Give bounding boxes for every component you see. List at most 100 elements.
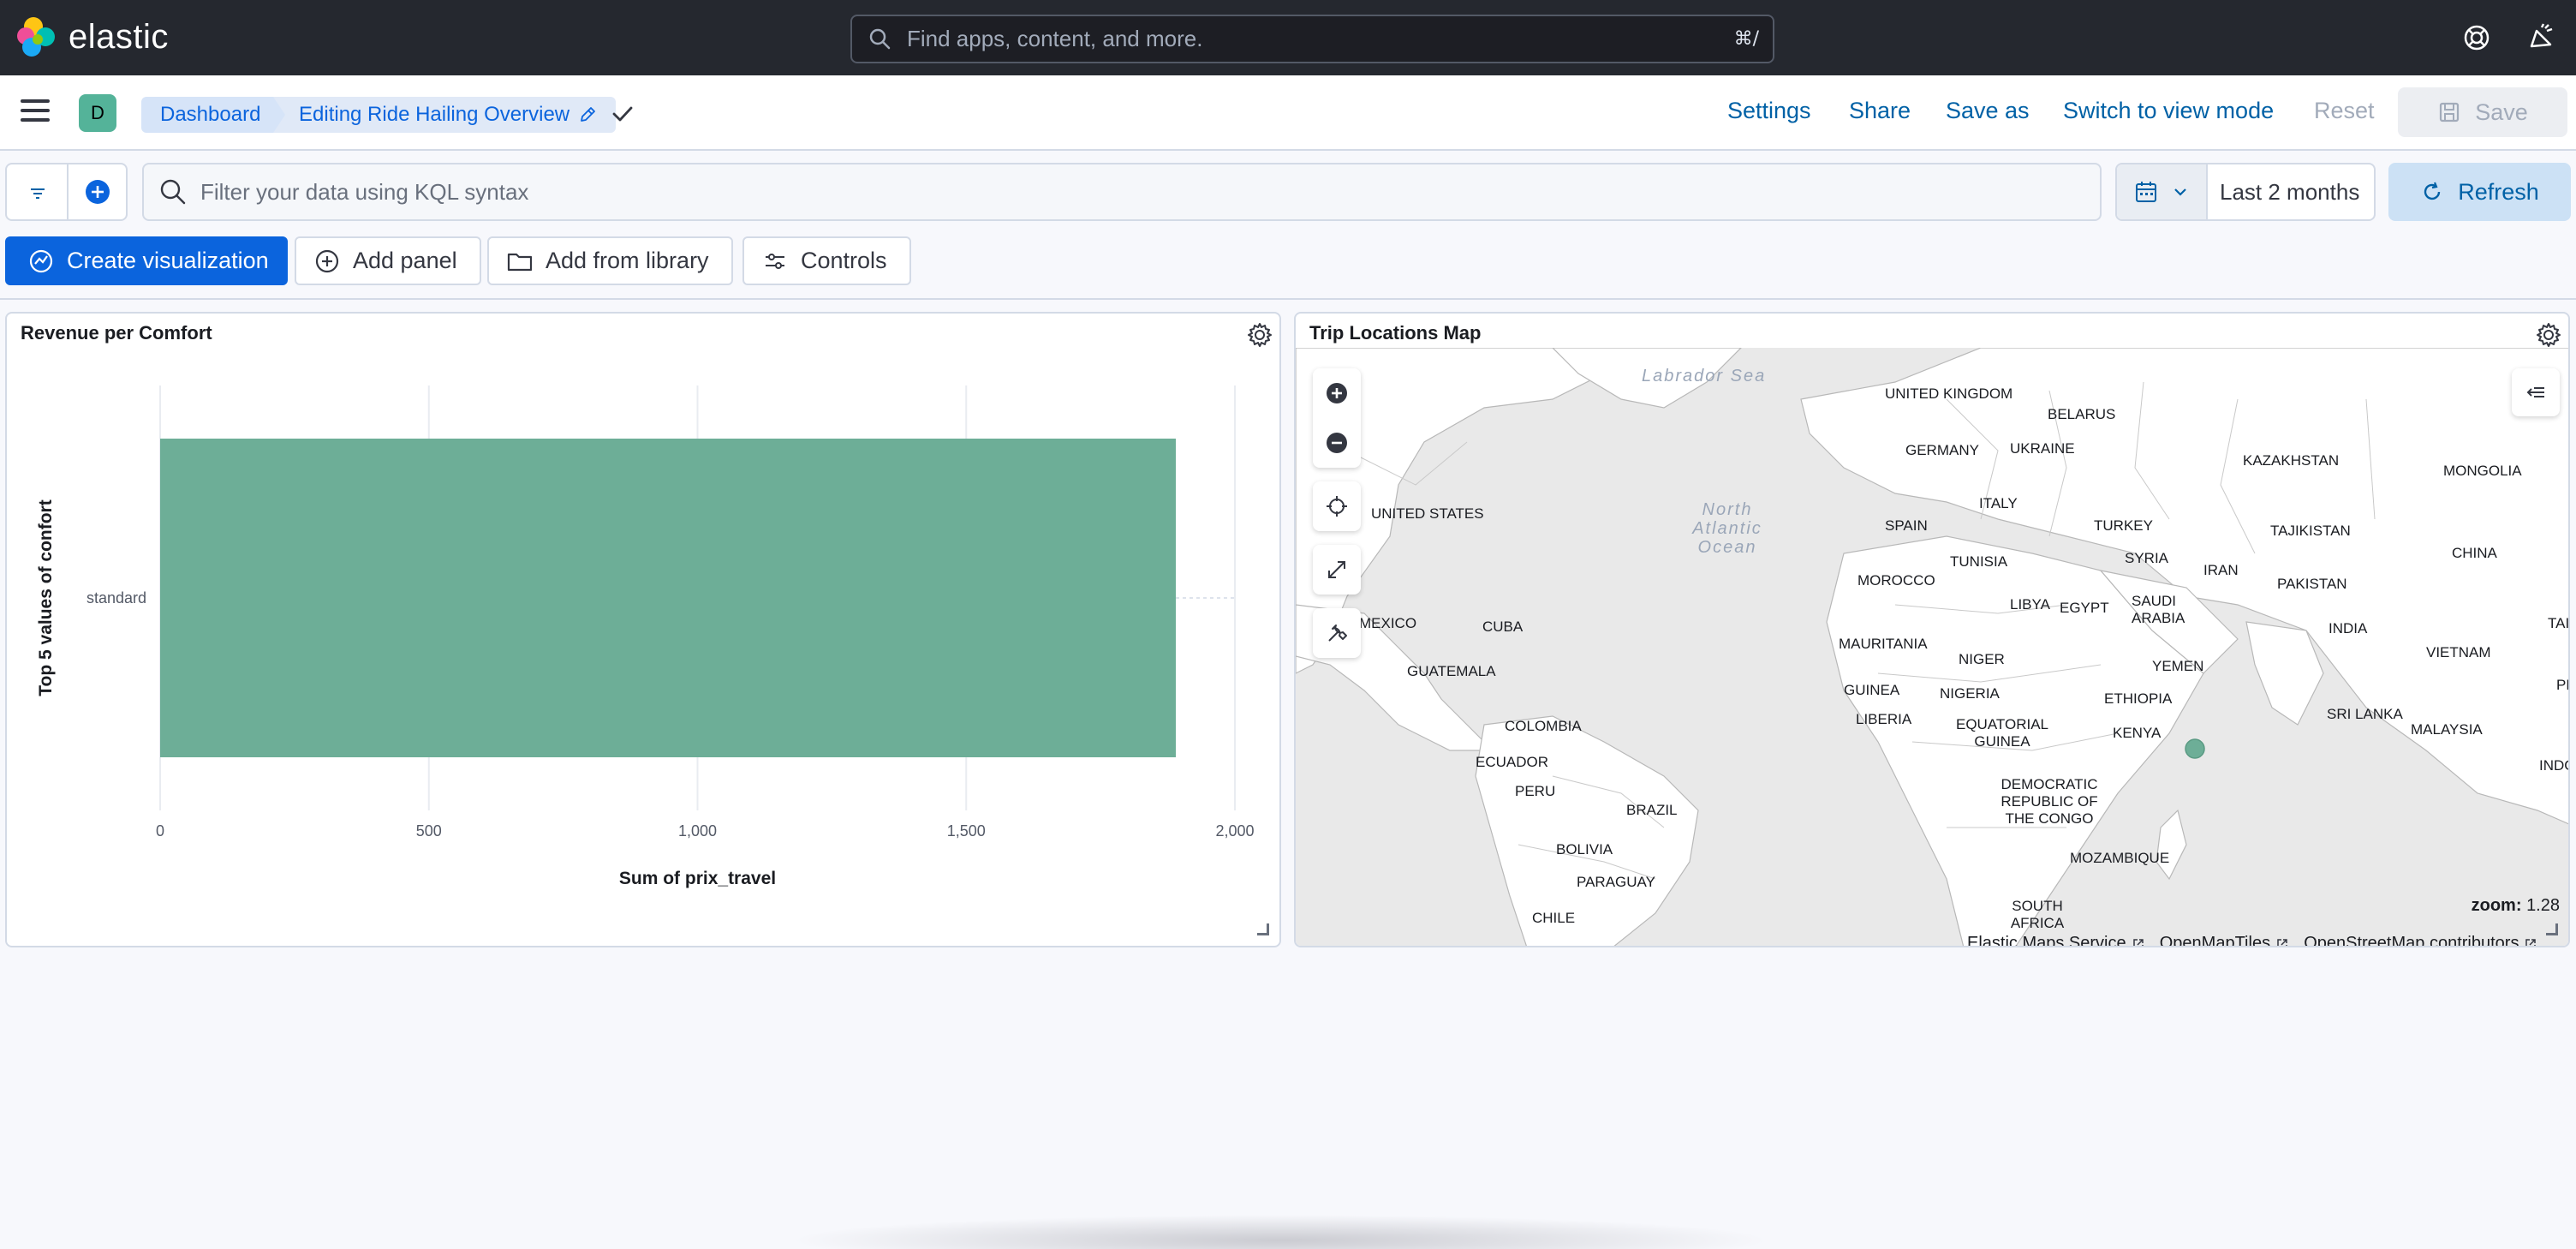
country-label: CUBA <box>1482 619 1524 635</box>
map-controls <box>1313 368 1361 672</box>
check-icon[interactable] <box>610 101 635 127</box>
add-panel-button[interactable]: Add panel <box>295 236 481 285</box>
country-label: IRAN <box>2203 562 2239 578</box>
country-label: LIBYA <box>2010 596 2050 613</box>
global-search-input[interactable]: Find apps, content, and more. ⌘/ <box>850 15 1774 63</box>
country-label: TAJIKISTAN <box>2270 523 2351 539</box>
save-label: Save <box>2475 99 2528 125</box>
country-label: LIBERIA <box>1856 711 1912 727</box>
attribution-ems-link[interactable]: Elastic Maps Service <box>1967 934 2126 946</box>
zoom-in-button[interactable] <box>1313 368 1361 418</box>
country-label: BELARUS <box>2048 406 2116 422</box>
country-label: NIGER <box>1959 651 2005 667</box>
external-link-icon <box>2277 938 2287 946</box>
trip-locations-map-panel: Trip Locations Map Labrador Sea North At… <box>1294 312 2570 947</box>
trip-location-point[interactable] <box>2182 736 2208 762</box>
zoom-out-button[interactable] <box>1313 418 1361 468</box>
wrench-icon <box>1328 624 1347 642</box>
world-map[interactable]: Labrador Sea North Atlantic Ocean UNITED… <box>1296 348 2568 946</box>
resize-handle[interactable] <box>2546 923 2558 935</box>
draw-tools-button[interactable] <box>1313 608 1361 658</box>
external-link-icon <box>2132 938 2144 946</box>
create-visualization-button[interactable]: Create visualization <box>5 236 288 285</box>
panel-title: Revenue per Comfort <box>21 322 212 344</box>
share-link[interactable]: Share <box>1849 98 1911 124</box>
pencil-icon <box>581 107 596 122</box>
fullscreen-button[interactable] <box>1313 545 1361 595</box>
country-label: EQUATORIAL GUINEA <box>1955 716 2048 750</box>
add-filter-icon[interactable] <box>84 178 111 206</box>
controls-label: Controls <box>801 248 887 273</box>
country-label: ETHIOPIA <box>2104 690 2173 707</box>
elastic-logo-icon <box>17 17 57 57</box>
fit-to-data-button[interactable] <box>1313 481 1361 531</box>
refresh-label: Refresh <box>2458 178 2539 205</box>
date-picker[interactable]: Last 2 months <box>2115 163 2376 221</box>
country-label: UKRAINE <box>2010 440 2075 457</box>
help-icon[interactable] <box>2461 22 2492 53</box>
newsfeed-icon[interactable] <box>2525 22 2555 53</box>
layer-control-toggle[interactable] <box>2512 368 2560 416</box>
country-label: MAURITANIA <box>1839 636 1928 652</box>
search-icon <box>869 28 891 49</box>
filter-menu-icon[interactable] <box>26 182 50 206</box>
menu-left-icon <box>2526 387 2544 397</box>
add-from-library-button[interactable]: Add from library <box>487 236 733 285</box>
country-label: KAZAKHSTAN <box>2243 452 2340 469</box>
ocean-label-atlantic: North Atlantic Ocean <box>1692 500 1762 557</box>
x-tick-label: 1,000 <box>678 822 717 840</box>
elastic-logo[interactable]: elastic <box>17 17 169 57</box>
add-from-library-label: Add from library <box>546 248 709 273</box>
date-range-label: Last 2 months <box>2220 178 2360 205</box>
country-label: GUINEA <box>1844 682 1900 698</box>
country-label: BOLIVIA <box>1556 841 1613 858</box>
add-panel-label: Add panel <box>353 248 457 273</box>
country-label: VIETNAM <box>2426 644 2491 660</box>
attribution-openmaptiles-link[interactable]: OpenMapTiles <box>2160 934 2270 946</box>
save-as-link[interactable]: Save as <box>1946 98 2030 124</box>
country-label: NIGERIA <box>1940 685 2000 702</box>
controls-button[interactable]: Controls <box>742 236 911 285</box>
gear-icon[interactable] <box>2534 320 2563 350</box>
country-label: ITALY <box>1979 495 2018 511</box>
x-tick-label: 500 <box>416 822 442 840</box>
resize-handle[interactable] <box>1257 923 1269 935</box>
plus-circle-icon <box>315 249 339 272</box>
country-label: TUNISIA <box>1950 553 2008 570</box>
country-label: MOROCCO <box>1857 572 1935 589</box>
logo-text: elastic <box>69 17 169 56</box>
space-avatar[interactable]: D <box>79 94 116 132</box>
gear-icon[interactable] <box>1245 320 1274 350</box>
settings-link[interactable]: Settings <box>1727 98 1811 124</box>
country-label: COLOMBIA <box>1505 718 1582 734</box>
save-button[interactable]: Save <box>2398 87 2567 137</box>
switch-to-view-mode-link[interactable]: Switch to view mode <box>2063 98 2274 124</box>
country-label: KENYA <box>2113 725 2162 741</box>
kql-placeholder: Filter your data using KQL syntax <box>200 178 529 205</box>
kql-query-input[interactable]: Filter your data using KQL syntax <box>142 163 2102 221</box>
country-label: CHINA <box>2452 545 2497 561</box>
menu-icon[interactable] <box>21 99 50 125</box>
zoom-in-icon <box>1327 383 1347 403</box>
x-tick-label: 2,000 <box>1215 822 1254 840</box>
breadcrumb-dashboard[interactable]: Dashboard <box>141 97 286 133</box>
x-tick-label: 1,500 <box>947 822 986 840</box>
quick-select-button[interactable] <box>2117 164 2208 219</box>
y-category-label: standard <box>86 589 146 607</box>
attribution-osm-link[interactable]: OpenStreetMap contributors <box>2304 934 2519 946</box>
country-label: EGYPT <box>2060 600 2109 616</box>
visualize-icon <box>29 249 53 272</box>
reset-link[interactable]: Reset <box>2314 98 2375 124</box>
breadcrumb-current[interactable]: Editing Ride Hailing Overview <box>273 97 617 133</box>
zoom-value: 1.28 <box>2526 896 2560 915</box>
y-axis-title: Top 5 values of confort <box>36 499 56 696</box>
country-label: DEMOCRATIC REPUBLIC OF THE CONGO <box>2001 776 2098 827</box>
country-label: PHIL <box>2556 677 2568 693</box>
country-label: SAUDI ARABIA <box>2132 593 2185 626</box>
country-label: MALAYSIA <box>2411 721 2483 738</box>
refresh-button[interactable]: Refresh <box>2388 163 2571 221</box>
country-label: CHILE <box>1532 910 1576 926</box>
country-label: PERU <box>1515 783 1556 799</box>
crosshair-icon <box>1327 496 1347 517</box>
search-icon <box>160 179 186 205</box>
